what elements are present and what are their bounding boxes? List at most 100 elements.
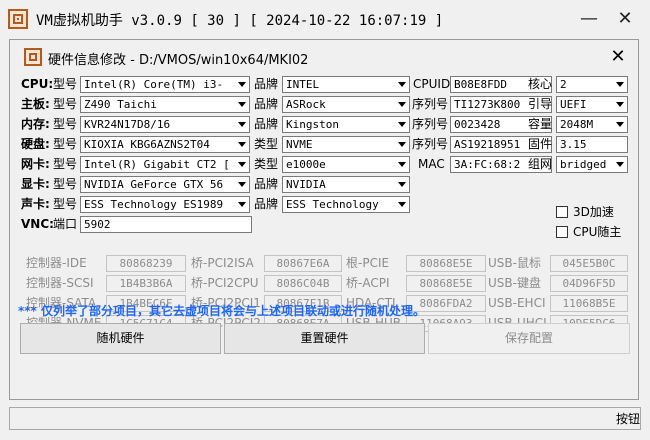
controller-label: 桥-PCI2CPU (191, 276, 259, 290)
chevron-down-icon[interactable] (235, 97, 249, 112)
audio-sub-label: 型号 (53, 197, 78, 211)
board-label: 主板: (21, 97, 50, 111)
controller-value-field[interactable]: 04D96F5D (550, 275, 628, 292)
chevron-down-icon[interactable] (235, 157, 249, 172)
chevron-down-icon[interactable] (235, 77, 249, 92)
chevron-down-icon[interactable] (235, 177, 249, 192)
controller-value-field[interactable]: 045E5B0C (550, 255, 628, 272)
board-brand-select[interactable]: ASRock (282, 96, 410, 113)
status-bar (9, 407, 641, 430)
app-version: v3.0.9 (131, 13, 182, 29)
controller-value-field[interactable]: 80868E5E (406, 255, 486, 272)
cpu-model-select[interactable]: Intel(R) Core(TM) i3- (80, 76, 250, 93)
disk-extra-field[interactable]: 3.15 (556, 136, 628, 153)
accel3d-label: 3D加速 (573, 205, 614, 219)
board-brand-select-value: ASRock (286, 98, 326, 111)
nic-brand-select[interactable]: e1000e (282, 156, 410, 173)
chevron-down-icon[interactable] (235, 137, 249, 152)
cpu-extra-field-value: 2 (560, 78, 567, 91)
dialog-title: 硬件信息修改 - D:/VMOS/win10x64/MKI02 (48, 53, 309, 68)
mem-id-label: 序列号 (412, 117, 449, 131)
mem-brand-select[interactable]: Kingston (282, 116, 410, 133)
chevron-down-icon[interactable] (613, 97, 627, 112)
board-sub-label: 型号 (53, 97, 78, 111)
cpu-id-label: CPUID (413, 77, 451, 91)
cpu-id-input-value: B08E8FDD (454, 78, 507, 91)
disk-model-select-value: KIOXIA KBG6AZNS2T04 (84, 138, 210, 151)
controller-value-field[interactable]: 1B4B3B6A (106, 275, 186, 292)
cpu-follow-label: CPU随主 (573, 225, 622, 239)
nic-extra-field[interactable]: bridged (556, 156, 628, 173)
nic-extra-field-value: bridged (560, 158, 607, 171)
vnc-port-input[interactable]: 5902 (80, 216, 252, 233)
disk-extra-label: 固件 (528, 137, 553, 151)
chevron-down-icon[interactable] (395, 77, 409, 92)
nic-extra-label: 组网 (528, 157, 553, 171)
audio-brand-select[interactable]: ESS Technology (282, 196, 410, 213)
audio-brand-select-value: ESS Technology (286, 198, 379, 211)
chevron-down-icon[interactable] (613, 157, 627, 172)
controller-label: 控制器-SCSI (26, 276, 94, 290)
board-model-select[interactable]: Z490 Taichi (80, 96, 250, 113)
vnc-sub-label: 端口 (53, 217, 78, 231)
cpu-sub-label: 型号 (53, 77, 78, 91)
controller-label: 根-PCIE (346, 256, 390, 270)
mem-model-select[interactable]: KVR24N17D8/16 (80, 116, 250, 133)
board-extra-field-value: UEFI (560, 98, 587, 111)
disk-label: 硬盘: (21, 137, 50, 151)
controller-value-field[interactable]: 11068B5E (550, 295, 628, 312)
board-extra-label: 引导 (528, 97, 553, 111)
accel3d-checkbox[interactable] (556, 206, 568, 218)
cpu-model-select-value: Intel(R) Core(TM) i3- (84, 78, 224, 91)
controller-value-field[interactable]: 80867E6A (264, 255, 342, 272)
disk-brand-select-value: NVME (286, 138, 313, 151)
vnc-label: VNC: (21, 217, 54, 231)
gpu-model-select[interactable]: NVIDIA GeForce GTX 56 (80, 176, 250, 193)
nic-model-select[interactable]: Intel(R) Gigabit CT2 [ (80, 156, 250, 173)
nic-sub-label: 型号 (53, 157, 78, 171)
disk-model-select[interactable]: KIOXIA KBG6AZNS2T04 (80, 136, 250, 153)
controller-label: USB-鼠标 (488, 256, 541, 270)
chevron-down-icon[interactable] (395, 137, 409, 152)
chevron-down-icon[interactable] (395, 197, 409, 212)
minimize-button[interactable]: — (574, 6, 604, 32)
reset-hardware-button[interactable]: 重置硬件 (224, 323, 425, 354)
dialog-close-button[interactable]: ✕ (606, 46, 630, 68)
mem-label: 内存: (21, 117, 50, 131)
chevron-down-icon[interactable] (235, 117, 249, 132)
chevron-down-icon[interactable] (395, 117, 409, 132)
note-text: *** 仅列举了部分项目，其它去虚项目将会与上述项目联动或进行随机处理。 (18, 304, 426, 318)
controller-label: USB-EHCI (488, 296, 546, 310)
nic-model-select-value: Intel(R) Gigabit CT2 [ (84, 158, 230, 171)
mem-extra-label: 容量 (528, 117, 553, 131)
disk-brand-select[interactable]: NVME (282, 136, 410, 153)
chevron-down-icon[interactable] (395, 97, 409, 112)
window-close-button[interactable]: ✕ (610, 6, 640, 32)
chevron-down-icon[interactable] (235, 197, 249, 212)
controller-value-field[interactable]: 80868239 (106, 255, 186, 272)
dialog-logo-icon (24, 48, 42, 66)
board-extra-field[interactable]: UEFI (556, 96, 628, 113)
chevron-down-icon[interactable] (395, 157, 409, 172)
gpu-model-select-value: NVIDIA GeForce GTX 56 (84, 178, 224, 191)
chevron-down-icon[interactable] (395, 177, 409, 192)
audio-brand-label: 品牌 (254, 197, 279, 211)
chevron-down-icon[interactable] (613, 117, 627, 132)
controller-value-field[interactable]: 80868E5E (406, 275, 486, 292)
cpu-brand-select[interactable]: INTEL (282, 76, 410, 93)
random-hardware-button[interactable]: 随机硬件 (20, 323, 221, 354)
cpu-extra-field[interactable]: 2 (556, 76, 628, 93)
controller-label: USB-键盘 (488, 276, 541, 290)
controller-value-field[interactable]: 8086C04B (264, 275, 342, 292)
cpu-follow-checkbox[interactable] (556, 226, 568, 238)
cpu-extra-label: 核心 (528, 77, 553, 91)
board-id-label: 序列号 (412, 97, 449, 111)
audio-model-select[interactable]: ESS Technology ES1989 (80, 196, 250, 213)
chevron-down-icon[interactable] (613, 77, 627, 92)
mem-model-select-value: KVR24N17D8/16 (84, 118, 171, 131)
save-config-button[interactable]: 保存配置 (428, 323, 630, 354)
controller-label: 控制器-IDE (26, 256, 87, 270)
controller-label: 桥-PCI2ISA (191, 256, 254, 270)
mem-extra-field[interactable]: 2048M (556, 116, 628, 133)
gpu-brand-select[interactable]: NVIDIA (282, 176, 410, 193)
